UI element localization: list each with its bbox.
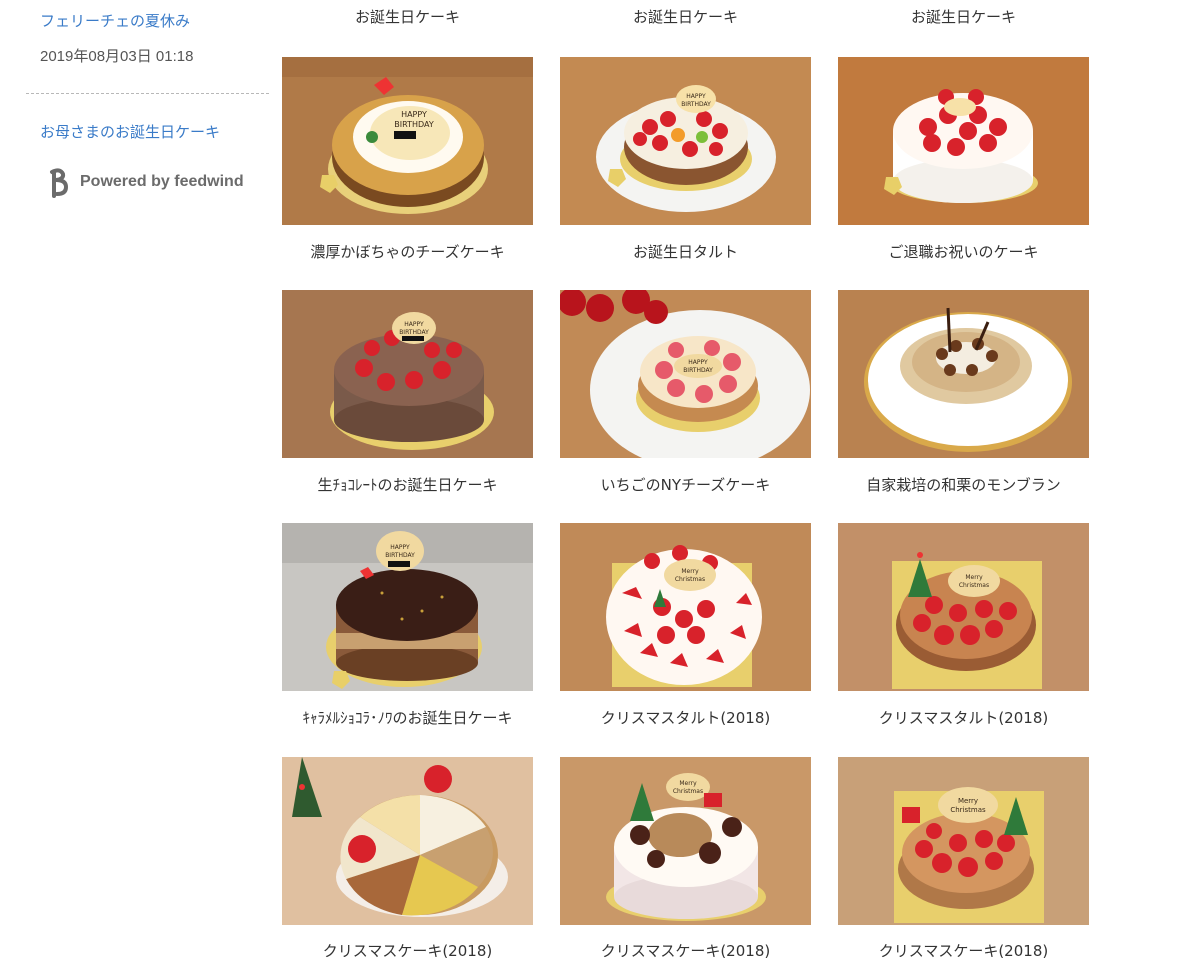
cake-title-top-1[interactable]: お誕生日ケーキ (282, 7, 533, 27)
svg-text:Christmas: Christmas (959, 582, 989, 589)
svg-text:Merry: Merry (679, 780, 697, 787)
post-date: 2019年08月03日 01:18 (40, 48, 194, 65)
powered-by-text: Powered by feedwind (80, 173, 244, 190)
cake-title-top-2[interactable]: お誕生日ケーキ (560, 7, 811, 27)
svg-text:HAPPY: HAPPY (686, 93, 706, 100)
cake-title[interactable]: ご退職お祝いのケーキ (838, 242, 1089, 262)
cake-title[interactable]: クリスマスケーキ(2018) (838, 941, 1089, 961)
cake-title[interactable]: クリスマスケーキ(2018) (282, 941, 533, 961)
feedwind-logo-icon (50, 168, 69, 198)
svg-text:Merry: Merry (965, 574, 983, 581)
cake-title[interactable]: 生ﾁｮｺﾚｰﾄのお誕生日ケーキ (282, 475, 533, 495)
cake-title[interactable]: クリスマスタルト(2018) (560, 708, 811, 728)
chestnut-mont-blanc-photo[interactable] (838, 290, 1089, 458)
svg-text:HAPPY: HAPPY (401, 110, 427, 119)
post-link-summer-vacation[interactable]: フェリーチェの夏休み (40, 11, 190, 31)
svg-text:Christmas: Christmas (675, 576, 705, 583)
cake-title[interactable]: ｷｬﾗﾒﾙｼｮｺﾗ･ﾉﾜのお誕生日ケーキ (282, 708, 533, 728)
svg-text:BIRTHDAY: BIRTHDAY (681, 101, 711, 108)
svg-text:Merry: Merry (681, 568, 699, 575)
svg-text:HAPPY: HAPPY (390, 544, 410, 551)
cake-title[interactable]: クリスマスタルト(2018) (838, 708, 1089, 728)
svg-text:BIRTHDAY: BIRTHDAY (385, 552, 415, 559)
pumpkin-cheesecake-photo[interactable]: HAPPY BIRTHDAY (282, 57, 533, 225)
svg-text:Christmas: Christmas (950, 806, 986, 814)
christmas-tart-photo-1[interactable]: Merry Christmas (560, 523, 811, 691)
svg-text:BIRTHDAY: BIRTHDAY (394, 120, 434, 129)
caramel-chocolate-cake-photo[interactable]: HAPPY BIRTHDAY (282, 523, 533, 691)
svg-text:BIRTHDAY: BIRTHDAY (399, 329, 429, 336)
powered-by-feedwind-link[interactable]: Powered by feedwind (46, 166, 244, 198)
retirement-strawberry-cake-photo[interactable] (838, 57, 1089, 225)
cake-title-top-3[interactable]: お誕生日ケーキ (838, 7, 1089, 27)
christmas-tart-photo-2[interactable]: Merry Christmas (838, 523, 1089, 691)
christmas-slice-cake-photo[interactable] (282, 757, 533, 925)
cake-title[interactable]: お誕生日タルト (560, 242, 811, 262)
divider (26, 93, 269, 94)
svg-text:Merry: Merry (958, 797, 978, 805)
cake-title[interactable]: いちごのNYチーズケーキ (560, 475, 811, 495)
svg-text:HAPPY: HAPPY (688, 359, 708, 366)
christmas-chestnut-cake-photo[interactable]: Merry Christmas (560, 757, 811, 925)
svg-text:BIRTHDAY: BIRTHDAY (683, 367, 713, 374)
birthday-fruit-tart-photo[interactable]: HAPPY BIRTHDAY (560, 57, 811, 225)
christmas-strawberry-cake-photo[interactable]: Merry Christmas (838, 757, 1089, 925)
cake-title[interactable]: 自家栽培の和栗のモンブラン (838, 475, 1089, 495)
chocolate-birthday-cake-photo[interactable]: HAPPY BIRTHDAY (282, 290, 533, 458)
post-link-mother-birthday-cake[interactable]: お母さまのお誕生日ケーキ (40, 122, 220, 142)
cake-title[interactable]: クリスマスケーキ(2018) (560, 941, 811, 961)
strawberry-ny-cheesecake-photo[interactable]: HAPPY BIRTHDAY (560, 290, 811, 458)
svg-text:Christmas: Christmas (673, 788, 703, 795)
cake-title[interactable]: 濃厚かぼちゃのチーズケーキ (282, 242, 533, 262)
svg-text:HAPPY: HAPPY (404, 321, 424, 328)
